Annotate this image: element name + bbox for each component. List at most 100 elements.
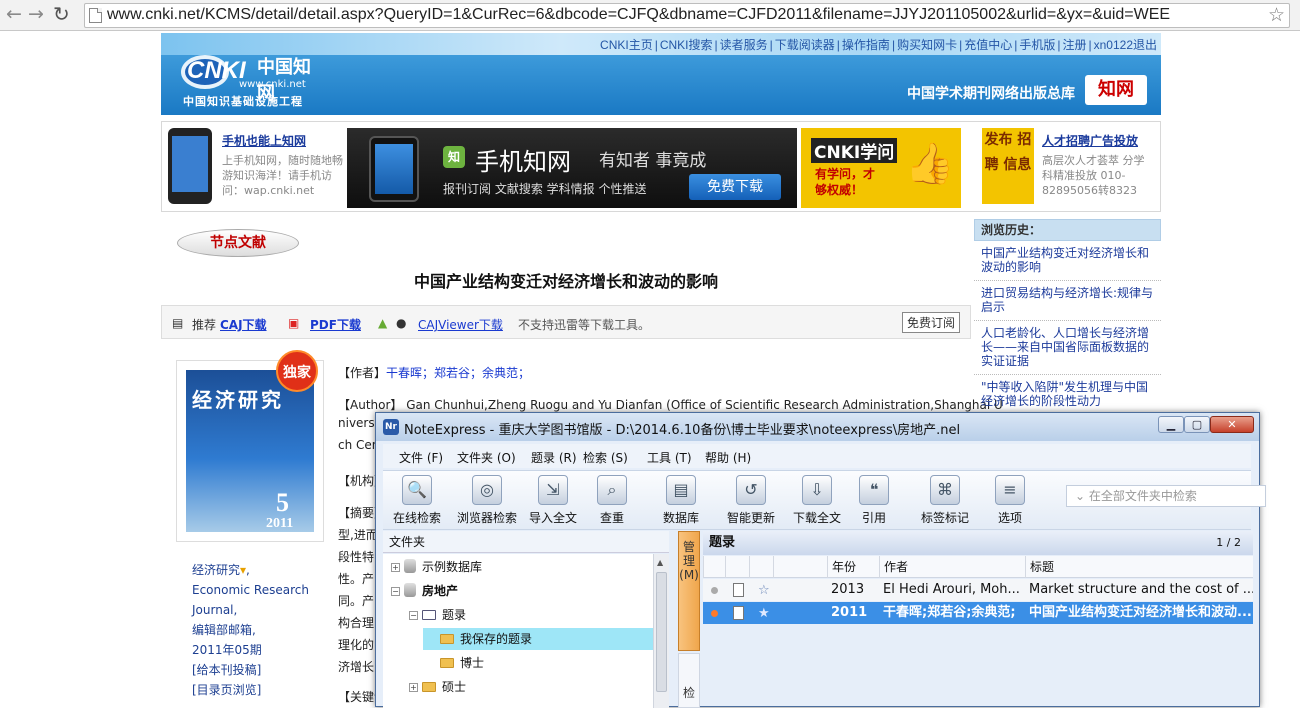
topnav-link[interactable]: 读者服务 [720,38,768,52]
expand-toggle-icon[interactable]: + [391,563,400,572]
tree-node[interactable]: + 示例数据库 [387,556,490,578]
topnav-link[interactable]: CNKI搜索 [660,38,713,52]
banner-title: 中国学术期刊网络出版总库 [907,86,1075,102]
address-bar[interactable]: www.cnki.net/KCMS/detail/detail.aspx?Que… [84,3,1290,28]
tree-node[interactable]: − 房地产 [387,580,466,602]
menu-item[interactable]: 检索 (S) [583,449,628,466]
menu-item[interactable]: 题录 (R) [531,449,577,466]
tool-label: 下载全文 [793,511,842,525]
noteexpress-window[interactable]: Nr NoteExpress - 重庆大学图书馆版 - D:\2014.6.10… [375,412,1266,708]
free-subscribe-button[interactable]: 免费订阅 [902,312,961,333]
top-navigation: CNKI主页 | CNKI搜索 | 读者服务 | 下载阅读器 | 操作指南 | 购买知网卡 | 充值中心… [600,36,1157,53]
topnav-link[interactable]: 充值中心 [964,38,1012,52]
close-button[interactable]: ✕ [1210,416,1254,433]
tool-search-online-button[interactable]: 🔍 在线检索 [393,475,441,526]
abstract-line: 济增长 [338,660,375,674]
tool-update-button[interactable]: ↺ 智能更新 [727,475,775,526]
col-title[interactable]: 标题 [1025,556,1253,578]
menu-item[interactable]: 工具 (T) [647,449,692,466]
manage-side-tab[interactable]: 管理(M) [678,531,700,651]
search-side-tab[interactable]: 检 [678,653,700,708]
expand-toggle-icon[interactable]: − [409,611,418,620]
history-item[interactable]: 人口老龄化、人口增长与经济增长——来自中国省际面板数据的实证证据 [974,321,1161,375]
expand-toggle-icon[interactable]: + [409,683,418,692]
document-icon [733,583,744,597]
history-item[interactable]: 进口贸易结构与经济增长:规律与启示 [974,281,1161,321]
menu-item[interactable]: 帮助 (H) [705,449,751,466]
table-row[interactable]: ☆ 2013 El Hedi Arouri, Moh... Market str… [703,579,1253,601]
tree-node[interactable]: + 硕士 [405,676,474,698]
topnav-link[interactable]: 注册 [1062,38,1086,52]
nav-separator: | [959,38,963,52]
submit-link[interactable]: [给本刊投稿] [192,663,261,677]
topnav-link[interactable]: 购买知网卡 [897,38,957,52]
folder-icon [440,634,454,644]
page-indicator: 1 / 2 [1216,536,1241,549]
star-icon[interactable]: ☆ [758,580,770,602]
app-download-button[interactable]: 免费下载 [689,174,781,200]
tag-icon: ⌘ [930,475,960,505]
download-icon: ⇩ [802,475,832,505]
tree-scrollbar[interactable]: ▲ [653,554,669,708]
tree-node[interactable]: 我保存的题录 [423,628,653,650]
tool-database-button[interactable]: ▤ 数据库 [663,475,699,526]
topnav-link[interactable]: 下载阅读器 [775,38,835,52]
cnki-logo[interactable]: CNKI 中国知网 www.cnki.net 中国知识基础设施工程 [181,51,321,109]
caj-download-link[interactable]: CAJ下载 [220,316,267,333]
tool-dedupe-button[interactable]: ⌕ 查重 [597,475,627,526]
tree-node[interactable]: 博士 [423,652,492,674]
cnki-xuewen-ad[interactable]: CNKI学问 有学问，才够权威！ 👍 [801,128,961,208]
cajviewer-download-link[interactable]: CAJViewer下载 [418,316,503,333]
window-titlebar[interactable]: Nr NoteExpress - 重庆大学图书馆版 - D:\2014.6.10… [376,413,1259,441]
bookmark-star-icon[interactable]: ☆ [1268,4,1285,26]
forward-button[interactable]: → [28,4,44,24]
abstract-line: 构合理 [338,616,375,630]
expand-toggle-icon[interactable]: − [391,587,400,596]
nav-separator: | [891,38,896,52]
tool-import-button[interactable]: ⇲ 导入全文 [529,475,577,526]
url-text: www.cnki.net/KCMS/detail/detail.aspx?Que… [107,6,1171,23]
table-row-selected[interactable]: ★ 2011 干春晖;郑若谷;余典范; 中国产业结构变迁对经济增长和波动... [703,602,1253,624]
tool-download-button[interactable]: ⇩ 下载全文 [793,475,841,526]
recommend-icon: ▤ [172,316,184,330]
topnav-link[interactable]: 手机版 [1019,38,1055,52]
back-button[interactable]: ← [6,4,22,24]
history-item[interactable]: "中等收入陷阱"发生机理与中国经济增长的阶段性动力 [974,375,1161,415]
noteexpress-app-icon: Nr [383,419,399,435]
list-header: 题录 1 / 2 [703,531,1253,555]
recruit-ad-link[interactable]: 人才招聘广告投放 [1042,132,1138,149]
options-icon: ≡ [995,475,1025,505]
download-bar: ▤ 推荐 CAJ下载 ▣ PDF下载 ▲ ● CAJViewer下载 不支持迅雷… [161,305,971,339]
authors-links[interactable]: 干春晖；郑若谷；余典范； [386,366,530,380]
topnav-link[interactable]: xn0122退出 [1094,38,1157,52]
toc-link[interactable]: [目录页浏览] [192,683,261,697]
app-phone-icon [369,136,419,202]
history-item[interactable]: 中国产业结构变迁对经济增长和波动的影响 [974,241,1161,281]
minimize-button[interactable]: ▁ [1158,416,1184,433]
col-year[interactable]: 年份 [827,556,879,578]
journal-name-link[interactable]: 经济研究 [192,563,240,577]
abstract-line: 段性特 [338,550,375,564]
tool-label: 浏览器检索 [457,511,518,525]
folder-search-input[interactable]: ⌄ 在全部文件夹中检索 [1066,485,1266,507]
zhi-icon: 知 [443,146,465,168]
topnav-link[interactable]: CNKI主页 [600,38,653,52]
mobile-app-ad[interactable]: 知 手机知网 有知者 事竟成 报刊订阅 文献搜索 学科情报 个性推送 免费下载 [347,128,797,208]
mobile-cnki-link[interactable]: 手机也能上知网 [222,132,306,149]
menu-item[interactable]: 文件夹 (O) [457,449,516,466]
col-author[interactable]: 作者 [879,556,1025,578]
tool-browser-button[interactable]: ◎ 浏览器检索 [457,475,517,526]
maximize-button[interactable]: ▢ [1184,416,1210,433]
tool-tag-button[interactable]: ⌘ 标签标记 [921,475,969,526]
tool-label: 查重 [599,511,624,525]
pdf-download-link[interactable]: PDF下载 [310,316,361,333]
star-icon[interactable]: ★ [758,603,770,625]
tool-options-button[interactable]: ≡ 选项 [995,475,1025,526]
exclusive-badge: 独家 [276,350,318,392]
menu-item[interactable]: 文件 (F) [399,449,443,466]
reload-button[interactable]: ↻ [53,4,70,24]
topnav-link[interactable]: 操作指南 [842,38,890,52]
tree-node[interactable]: − 题录 [405,604,474,626]
tool-cite-button[interactable]: ❝ 引用 [859,475,889,526]
pdf-icon: ▣ [288,316,300,330]
